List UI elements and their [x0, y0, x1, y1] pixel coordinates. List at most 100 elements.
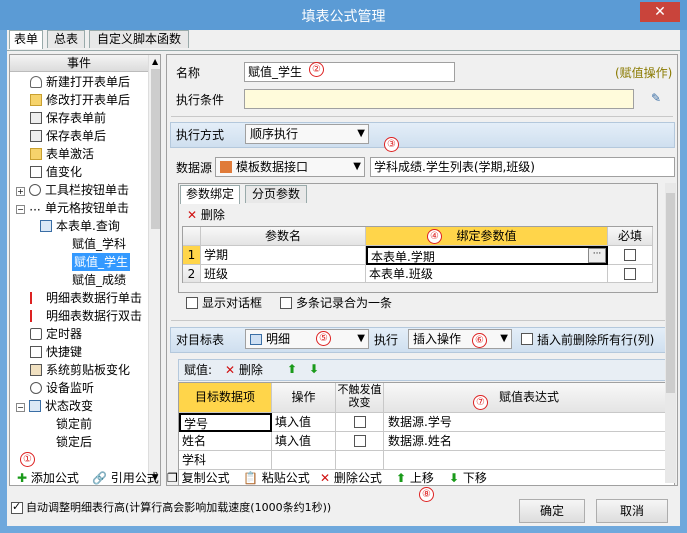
ellipsis-button[interactable]: ··· — [588, 248, 606, 263]
plus-icon: ✚ — [17, 471, 28, 485]
assign-item-cell[interactable]: 学号 — [179, 413, 272, 432]
datasource-icon — [220, 161, 232, 173]
assign-op-cell[interactable] — [272, 451, 336, 470]
auto-adjust-checkbox[interactable] — [11, 500, 23, 514]
target-label: 对目标表 — [176, 333, 225, 347]
event-tree-header: 事件 — [10, 55, 148, 72]
tree-item-before-lock[interactable]: 锁定前 — [56, 415, 92, 433]
assign-op-cell[interactable]: 填入值 — [272, 413, 336, 432]
auto-adjust-label: 自动调整明细表行高(计算行高会影响加载速度(1000条约1秒)) — [26, 501, 332, 514]
required-checkbox[interactable] — [624, 249, 636, 261]
param-value-cell[interactable]: 本表单.学期 — [366, 246, 608, 265]
tree-item-hotkey[interactable]: 快捷键 — [30, 343, 82, 361]
scroll-thumb[interactable] — [151, 69, 160, 229]
scroll-up-icon[interactable]: ▲ — [152, 57, 158, 66]
right-scroll-thumb[interactable] — [666, 193, 675, 393]
tree-item-timer[interactable]: 定时器 — [30, 325, 82, 343]
collapse-icon: − — [16, 403, 25, 412]
tree-item-row-dblclick[interactable]: 明细表数据行双击 — [30, 307, 142, 325]
marker-4: ④ — [427, 229, 442, 244]
datasource-select[interactable]: 模板数据接口 ▼ — [215, 157, 365, 177]
assign-expr-cell[interactable]: 数据源.学号 — [384, 413, 674, 432]
assign-item-cell[interactable]: 学科 — [179, 451, 272, 470]
tree-item-clipboard[interactable]: 系统剪贴板变化 — [30, 361, 130, 379]
copy-formula-button[interactable]: ❐ 复制公式 — [167, 469, 230, 487]
tree-item-device[interactable]: 设备监听 — [30, 379, 94, 397]
tree-item-row-click[interactable]: 明细表数据行单击 — [30, 289, 142, 307]
tree-item-edit-open[interactable]: 修改打开表单后 — [30, 91, 130, 109]
exec-op-select[interactable]: 插入操作 ▼ — [408, 329, 512, 349]
paste-formula-button[interactable]: 📋 粘贴公式 — [243, 469, 310, 487]
assign-col-expr: 赋值表达式 — [384, 383, 674, 413]
save-icon — [30, 130, 42, 142]
tab-custom-script[interactable]: 自定义脚本函数 — [89, 30, 189, 48]
assign-up-icon[interactable]: ⬆ — [287, 360, 297, 378]
tree-item-assign-score[interactable]: 赋值_成绩 — [72, 271, 126, 289]
tree-item-cell-button[interactable]: − ··· 单元格按钮单击 — [16, 199, 129, 217]
assign-expr-cell[interactable]: 数据源.姓名 — [384, 432, 674, 451]
delete-formula-button[interactable]: ✕ 删除公式 — [320, 469, 382, 487]
tree-scrollbar[interactable]: ▲ ▼ — [148, 55, 160, 485]
tab-paging-params[interactable]: 分页参数 — [245, 185, 307, 203]
tab-param-binding[interactable]: 参数绑定 — [180, 185, 240, 204]
ref-formula-button[interactable]: 🔗 引用公式 — [92, 469, 159, 487]
tab-form[interactable]: 表单 — [9, 30, 43, 49]
param-name-cell[interactable]: 学期 — [201, 246, 366, 265]
tab-divider — [7, 50, 680, 51]
move-up-button[interactable]: ⬆ 上移 — [396, 469, 434, 487]
move-down-button[interactable]: ⬇ 下移 — [449, 469, 487, 487]
assign-delete-button[interactable]: ✕ 删除 — [225, 361, 263, 379]
tree-item-state-change[interactable]: − 状态改变 — [16, 397, 93, 415]
add-formula-button[interactable]: ✚ 添加公式 — [17, 469, 79, 487]
arrow-down-icon: ⬇ — [449, 471, 460, 485]
required-checkbox[interactable] — [624, 268, 636, 280]
param-table: 参数名 绑定参数值 必填 1 学期 本表单.学期 ··· 2 班级 本表单.班级 — [182, 226, 653, 283]
link-icon: 🔗 — [92, 471, 107, 485]
merge-checkbox[interactable] — [280, 297, 292, 309]
notrigger-checkbox[interactable] — [354, 435, 366, 447]
param-name-cell[interactable]: 班级 — [201, 265, 366, 283]
tree-item-value-change[interactable]: 值变化 — [30, 163, 82, 181]
marker-8: ⑧ — [419, 487, 434, 502]
param-col-required: 必填 — [608, 227, 653, 246]
param-delete-button[interactable]: ✕ 删除 — [187, 206, 225, 224]
assign-item-cell[interactable]: 姓名 — [179, 432, 272, 451]
tree-item-new-open[interactable]: 新建打开表单后 — [30, 73, 130, 91]
tree-item-after-save[interactable]: 保存表单后 — [30, 127, 106, 145]
cancel-button[interactable]: 取消 — [596, 499, 668, 523]
assign-col-op: 操作 — [272, 383, 336, 413]
assign-op-cell[interactable]: 填入值 — [272, 432, 336, 451]
marker-5: ⑤ — [316, 331, 331, 346]
wand-icon[interactable]: ✎ — [651, 91, 665, 105]
splitter-1[interactable] — [171, 116, 673, 117]
right-scrollbar[interactable] — [665, 183, 676, 483]
assign-expr-cell[interactable] — [384, 451, 674, 470]
splitter-2[interactable] — [171, 320, 673, 321]
copy-icon: ❐ — [167, 471, 178, 485]
tree-item-query[interactable]: 本表单.查询 — [40, 217, 120, 235]
window: 填表公式管理 ✕ 表单 总表 自定义脚本函数 事件 新建打开表单后 修改打开表单… — [0, 0, 687, 533]
name-input[interactable]: 赋值_学生 — [244, 62, 455, 82]
exec-mode-select[interactable]: 顺序执行 ▼ — [245, 124, 369, 144]
clear-before-insert-checkbox[interactable] — [521, 333, 533, 345]
tree-item-after-lock[interactable]: 锁定后 — [56, 433, 92, 451]
tree-item-toolbar-click[interactable]: + 工具栏按钮单击 — [16, 181, 129, 199]
condition-input[interactable] — [244, 89, 634, 109]
chevron-down-icon: ▼ — [357, 128, 365, 139]
tree-item-assign-student[interactable]: 赋值_学生 — [72, 253, 131, 271]
tree-item-before-save[interactable]: 保存表单前 — [30, 109, 106, 127]
param-value-cell[interactable]: 本表单.班级 — [366, 265, 608, 283]
tree-item-activate[interactable]: 表单激活 — [30, 145, 94, 163]
assign-notrigger-cell — [336, 451, 384, 470]
paste-icon: 📋 — [243, 471, 258, 485]
tree-item-assign-subject[interactable]: 赋值_学科 — [72, 235, 126, 253]
ok-button[interactable]: 确定 — [519, 499, 585, 523]
notrigger-checkbox[interactable] — [354, 416, 366, 428]
close-button[interactable]: ✕ — [640, 2, 680, 22]
datasource-desc[interactable]: 学科成绩.学生列表(学期,班级) — [370, 157, 675, 177]
form-icon — [40, 220, 52, 232]
tab-summary[interactable]: 总表 — [47, 30, 85, 48]
show-dialog-checkbox[interactable] — [186, 297, 198, 309]
target-table-select[interactable]: 明细 ▼ — [245, 329, 369, 349]
assign-down-icon[interactable]: ⬇ — [309, 360, 319, 378]
